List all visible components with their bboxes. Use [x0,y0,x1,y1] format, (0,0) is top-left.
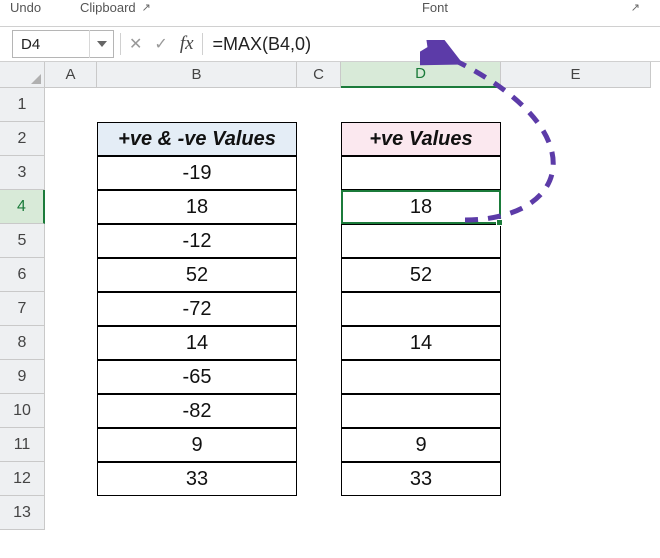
col-header-C[interactable]: C [297,62,341,88]
table-b-cell[interactable]: 33 [97,462,297,496]
col-header-E[interactable]: E [501,62,651,88]
ribbon-undo-label: Undo [10,0,41,15]
row-header-5[interactable]: 5 [0,224,45,258]
row-header-11[interactable]: 11 [0,428,45,462]
row-header-2[interactable]: 2 [0,122,45,156]
table-b-cell[interactable]: -82 [97,394,297,428]
table-b-cell[interactable]: -72 [97,292,297,326]
table-b-cell[interactable]: 14 [97,326,297,360]
formula-text: =MAX(B4,0) [213,34,312,55]
table-b-cell[interactable]: -12 [97,224,297,258]
name-box[interactable]: D4 [12,30,114,58]
fx-icon[interactable]: fx [180,33,194,55]
row-header-13[interactable]: 13 [0,496,45,530]
cancel-icon[interactable]: ✕ [129,34,142,54]
col-header-D[interactable]: D [341,62,501,88]
row-header-6[interactable]: 6 [0,258,45,292]
table-b-cell[interactable]: 9 [97,428,297,462]
ribbon-font-label: Font [422,0,448,15]
table-b-cell[interactable]: -65 [97,360,297,394]
table-d-cell[interactable]: 52 [341,258,501,292]
name-box-value: D4 [21,36,40,53]
fill-handle[interactable] [496,219,503,226]
formula-bar: D4 ✕ ✓ fx =MAX(B4,0) [0,26,660,62]
table-d-cell[interactable] [341,156,501,190]
row-headers: 12345678910111213 [0,88,45,530]
table-d-cell[interactable] [341,394,501,428]
table-d-cell[interactable]: 14 [341,326,501,360]
dialog-launcher-icon[interactable]: ↗ [631,1,640,14]
table-d-cell[interactable] [341,292,501,326]
col-header-B[interactable]: B [97,62,297,88]
table-b-cell[interactable]: 52 [97,258,297,292]
table-b-cell[interactable]: 18 [97,190,297,224]
formula-input[interactable]: =MAX(B4,0) [203,27,660,61]
dialog-launcher-icon[interactable]: ↗ [142,1,151,14]
table-b-header[interactable]: +ve & -ve Values [97,122,297,156]
table-d-cell[interactable] [341,360,501,394]
table-d-cell[interactable]: 18 [341,190,501,224]
row-header-8[interactable]: 8 [0,326,45,360]
ribbon-clipboard-label: Clipboard [80,0,136,15]
row-header-12[interactable]: 12 [0,462,45,496]
row-header-3[interactable]: 3 [0,156,45,190]
row-header-4[interactable]: 4 [0,190,45,224]
table-d-header[interactable]: +ve Values [341,122,501,156]
row-header-1[interactable]: 1 [0,88,45,122]
row-header-10[interactable]: 10 [0,394,45,428]
table-d-cell[interactable]: 9 [341,428,501,462]
chevron-down-icon[interactable] [89,30,113,58]
row-header-9[interactable]: 9 [0,360,45,394]
select-all-corner[interactable] [0,62,45,88]
table-d-cell[interactable] [341,224,501,258]
table-d-cell[interactable]: 33 [341,462,501,496]
column-headers: ABCDE [45,62,651,88]
ribbon-group-labels: Undo Clipboard ↗ Font ↗ [0,0,660,26]
col-header-A[interactable]: A [45,62,97,88]
enter-icon[interactable]: ✓ [154,34,167,54]
table-b-cell[interactable]: -19 [97,156,297,190]
row-header-7[interactable]: 7 [0,292,45,326]
